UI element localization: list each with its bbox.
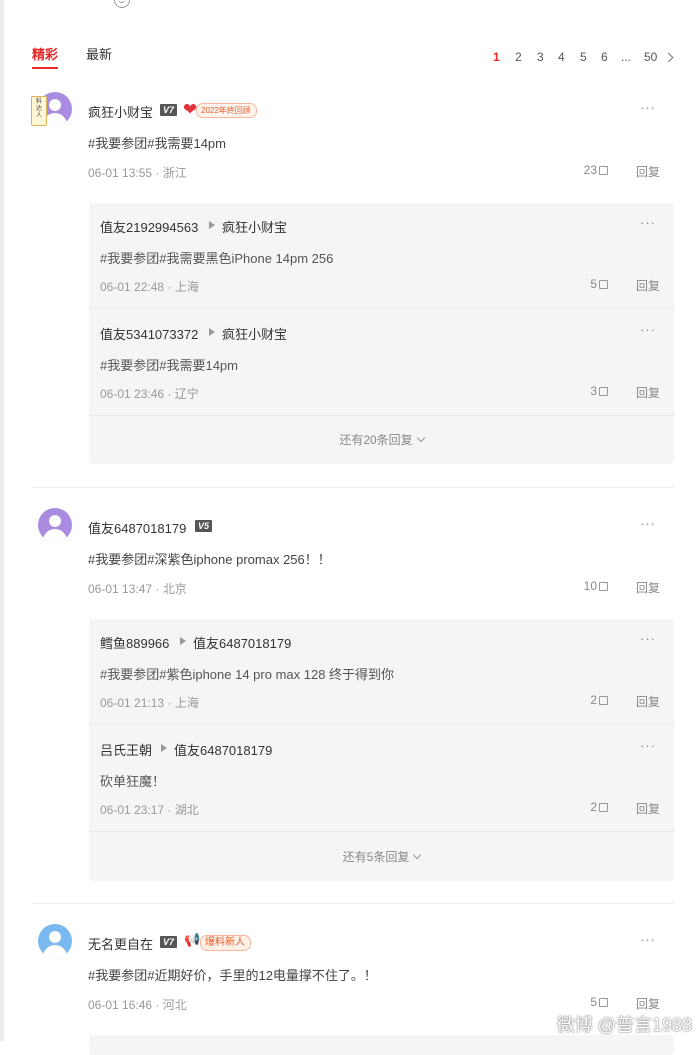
reply-arrow-icon xyxy=(161,744,167,752)
thumb-up-icon xyxy=(599,280,608,289)
comment-meta: 06-01 16:46 · 河北 xyxy=(88,998,187,1012)
reply-button[interactable]: 回复 xyxy=(636,693,660,710)
level-badge: V5 xyxy=(195,520,213,532)
username[interactable]: 无名更自在 xyxy=(88,934,153,953)
reply-arrow-icon xyxy=(180,637,186,645)
page-3[interactable]: 3 xyxy=(537,50,544,64)
more-options-button[interactable]: ··· xyxy=(640,100,656,115)
thumb-up-icon xyxy=(599,998,608,1007)
show-more-replies[interactable]: 还有20条回复 xyxy=(89,431,674,448)
reply-button[interactable]: 回复 xyxy=(636,384,660,401)
page-1[interactable]: 1 xyxy=(493,50,500,64)
more-options-button[interactable]: ··· xyxy=(640,516,656,531)
more-options-button[interactable]: ··· xyxy=(640,215,656,230)
reply-button[interactable]: 回复 xyxy=(636,800,660,817)
thumb-up-icon xyxy=(599,387,608,396)
avatar[interactable] xyxy=(38,508,72,542)
reply-arrow-icon xyxy=(209,221,215,229)
newcomer-badge: 爆料新人 xyxy=(200,935,251,951)
reply-meta: 06-01 23:46 · 辽宁 xyxy=(100,387,199,401)
more-options-button[interactable]: ··· xyxy=(640,932,656,947)
thumb-up-icon xyxy=(599,696,608,705)
comment-text: #我要参团#深紫色iphone promax 256！！ xyxy=(88,552,331,567)
reply-meta: 06-01 21:13 · 上海 xyxy=(100,696,199,710)
reply-item: 值友5341073372 疯狂小财宝 ··· #我要参团#我需要14pm 06-… xyxy=(89,310,674,416)
reply-list: 值友2192994563 疯狂小财宝 ··· #我要参团#我需要黑色iPhone… xyxy=(89,203,674,464)
like-button[interactable]: 3 xyxy=(590,384,608,398)
reply-arrow-icon xyxy=(209,328,215,336)
comment-meta: 06-01 13:55 · 浙江 xyxy=(88,166,187,180)
reply-meta: 06-01 22:48 · 上海 xyxy=(100,280,199,294)
thumb-up-icon xyxy=(599,582,608,591)
comment-text: #我要参团#我需要14pm xyxy=(88,136,226,151)
chevron-down-icon xyxy=(413,850,422,860)
page-4[interactable]: 4 xyxy=(558,50,565,64)
like-button[interactable]: 10 xyxy=(584,579,608,593)
page-5[interactable]: 5 xyxy=(580,50,587,64)
reply-target[interactable]: 值友6487018179 xyxy=(193,633,291,652)
reply-button[interactable]: 回复 xyxy=(636,163,660,180)
reply-target[interactable]: 疯狂小财宝 xyxy=(222,324,287,343)
reply-username[interactable]: 值友5341073372 xyxy=(100,324,198,343)
reply-item: 吕氏王朝 值友6487018179 ··· 砍单狂魔！ 06-01 23:17 … xyxy=(89,726,674,832)
like-button[interactable]: 5 xyxy=(590,277,608,291)
comment-item: 料达人 疯狂小财宝 V7 ❤ 2022年終回顾 ··· #我要参团#我需要14p… xyxy=(31,92,674,472)
username[interactable]: 疯狂小财宝 xyxy=(88,102,153,121)
level-badge: V7 xyxy=(160,104,178,116)
reply-item: 值友2192994563 疯狂小财宝 ··· #我要参团#我需要黑色iPhone… xyxy=(89,203,674,309)
emoji-icon[interactable] xyxy=(114,0,130,8)
thumb-up-icon xyxy=(599,803,608,812)
reply-list xyxy=(89,1035,674,1055)
comment-text: #我要参团#近期好价，手里的12电量撑不住了。！ xyxy=(88,968,377,983)
thumb-up-icon xyxy=(599,166,608,175)
reply-list: 鳕鱼889966 值友6487018179 ··· #我要参团#紫色iphone… xyxy=(89,619,674,881)
like-button[interactable]: 5 xyxy=(590,995,608,1009)
reply-text: 砍单狂魔！ xyxy=(100,774,166,789)
tab-latest[interactable]: 最新 xyxy=(86,44,112,63)
medal-icon: 料达人 xyxy=(31,96,47,126)
like-button[interactable]: 2 xyxy=(590,693,608,707)
tab-featured[interactable]: 精彩 xyxy=(32,44,59,69)
reply-target[interactable]: 值友6487018179 xyxy=(174,740,272,759)
page-2[interactable]: 2 xyxy=(515,50,522,64)
page-ellipsis: ... xyxy=(621,50,632,64)
megaphone-icon: 📢 xyxy=(184,932,201,947)
more-options-button[interactable]: ··· xyxy=(640,322,656,337)
watermark: 微博 @普言1988 xyxy=(556,1015,692,1035)
reply-button[interactable]: 回复 xyxy=(636,995,660,1012)
next-page-icon[interactable] xyxy=(663,52,674,63)
reply-text: #我要参团#我需要黑色iPhone 14pm 256 xyxy=(100,251,334,266)
avatar[interactable] xyxy=(38,924,72,958)
divider xyxy=(32,487,674,488)
more-options-button[interactable]: ··· xyxy=(640,631,656,646)
reply-username[interactable]: 吕氏王朝 xyxy=(100,740,152,759)
left-edge xyxy=(0,0,4,1041)
reply-text: #我要参团#紫色iphone 14 pro max 128 终于得到你 xyxy=(100,667,395,682)
more-options-button[interactable]: ··· xyxy=(640,738,656,753)
level-badge: V7 xyxy=(160,936,178,948)
like-button[interactable]: 2 xyxy=(590,800,608,814)
page-6[interactable]: 6 xyxy=(601,50,608,64)
annual-review-badge: 2022年終回顾 xyxy=(196,103,257,118)
reply-meta: 06-01 23:17 · 湖北 xyxy=(100,803,199,817)
reply-text: #我要参团#我需要14pm xyxy=(100,358,238,373)
comment-meta: 06-01 13:47 · 北京 xyxy=(88,582,187,596)
username[interactable]: 值友6487018179 xyxy=(88,518,186,537)
reply-button[interactable]: 回复 xyxy=(636,277,660,294)
divider xyxy=(32,903,674,904)
comment-item: 值友6487018179 V5 ··· #我要参团#深紫色iphone prom… xyxy=(32,508,674,888)
reply-username[interactable]: 鳕鱼889966 xyxy=(100,633,169,652)
reply-target[interactable]: 疯狂小财宝 xyxy=(222,217,287,236)
reply-item: 鳕鱼889966 值友6487018179 ··· #我要参团#紫色iphone… xyxy=(89,619,674,725)
page-50[interactable]: 50 xyxy=(644,50,657,64)
chevron-down-icon xyxy=(416,433,425,443)
show-more-replies[interactable]: 还有5条回复 xyxy=(89,848,674,865)
reply-username[interactable]: 值友2192994563 xyxy=(100,217,198,236)
like-button[interactable]: 23 xyxy=(584,163,608,177)
reply-button[interactable]: 回复 xyxy=(636,579,660,596)
